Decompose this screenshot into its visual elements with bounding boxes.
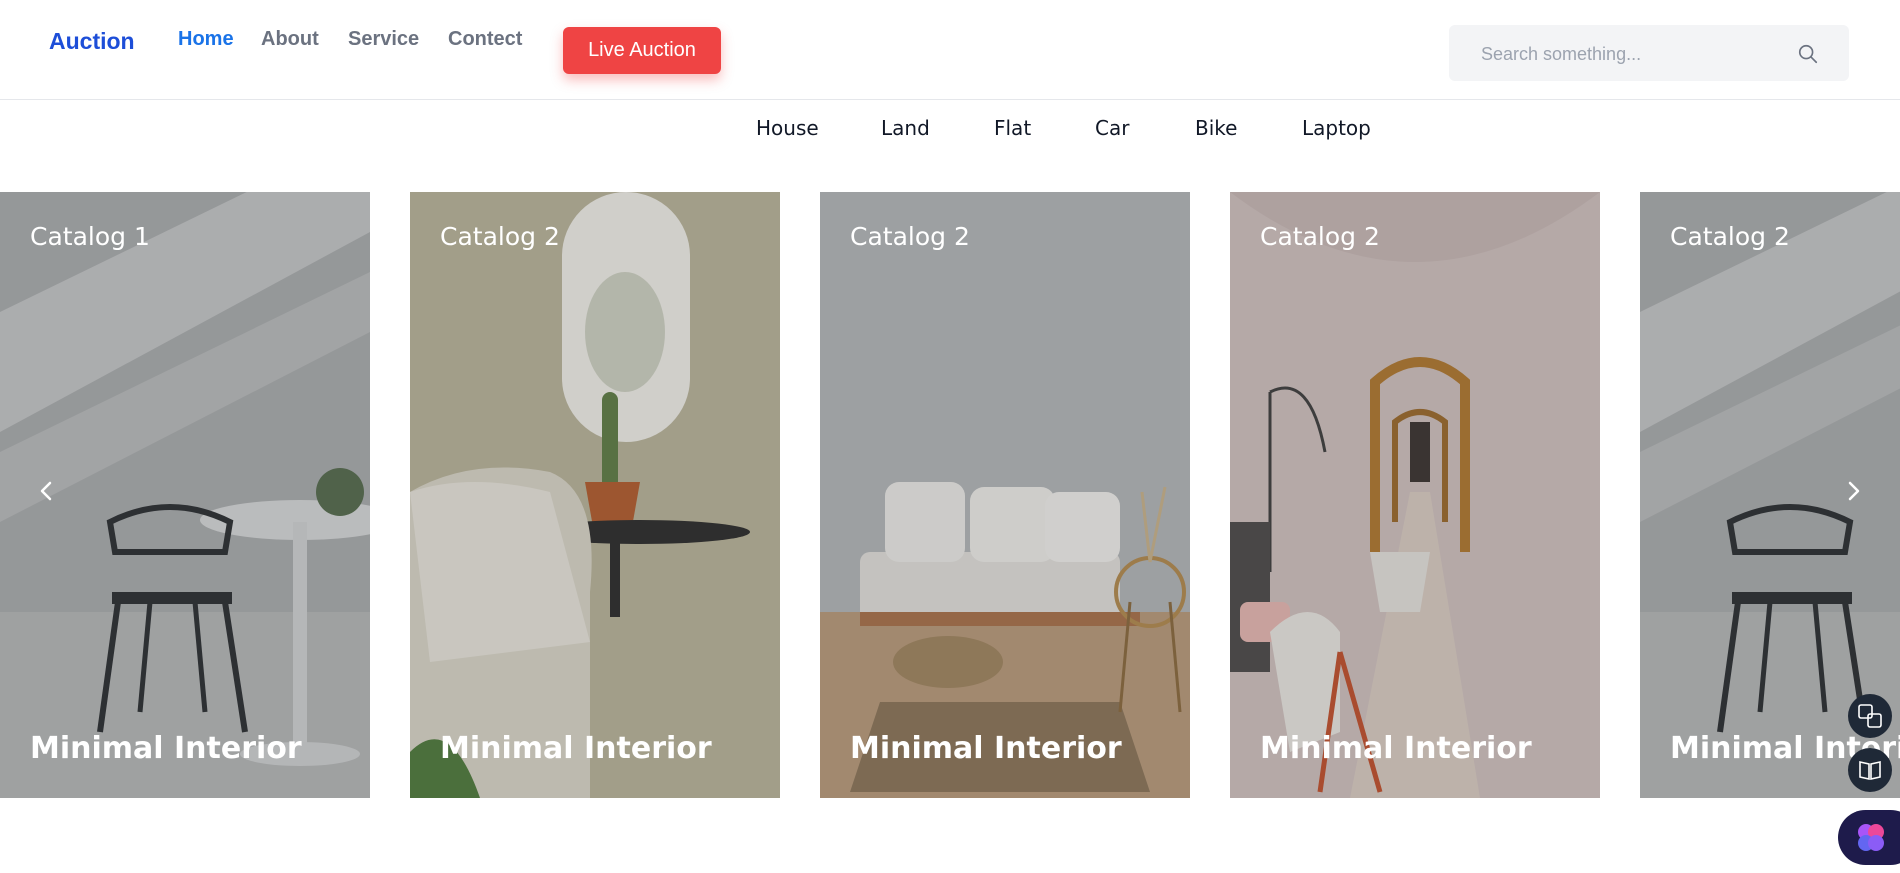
card-title: Minimal Interior bbox=[1260, 731, 1532, 766]
search-input[interactable] bbox=[1479, 25, 1783, 83]
reader-button[interactable] bbox=[1848, 748, 1892, 792]
card-catalog-label: Catalog 2 bbox=[1670, 222, 1790, 251]
catalog-card[interactable]: Catalog 2 Minimal Interior bbox=[1230, 192, 1600, 798]
translate-button[interactable] bbox=[1848, 694, 1892, 738]
card-catalog-label: Catalog 2 bbox=[850, 222, 970, 251]
catalog-card[interactable]: Catalog 2 Minimal Interior bbox=[410, 192, 780, 798]
category-car[interactable]: Car bbox=[1095, 116, 1129, 140]
card-title: Minimal Interior bbox=[30, 731, 302, 766]
card-overlay bbox=[410, 192, 780, 798]
card-catalog-label: Catalog 2 bbox=[440, 222, 560, 251]
catalog-card[interactable]: Catalog 2 Minimal Interior bbox=[820, 192, 1190, 798]
top-navbar: Auction Home About Service Contect Live … bbox=[0, 0, 1900, 100]
card-title: Minimal Interior bbox=[440, 731, 712, 766]
catalog-carousel: Catalog 1 Minimal Interior Catalog 2 Min… bbox=[0, 192, 1900, 798]
search-icon[interactable] bbox=[1797, 43, 1819, 65]
card-overlay bbox=[820, 192, 1190, 798]
card-overlay bbox=[1230, 192, 1600, 798]
nav-service[interactable]: Service bbox=[348, 28, 419, 51]
card-title: Minimal Interior bbox=[850, 731, 1122, 766]
logo[interactable]: Auction bbox=[49, 28, 135, 55]
category-flat[interactable]: Flat bbox=[994, 116, 1031, 140]
reader-icon bbox=[1859, 761, 1881, 780]
category-bike[interactable]: Bike bbox=[1195, 116, 1237, 140]
card-catalog-label: Catalog 1 bbox=[30, 222, 150, 251]
chevron-left-icon[interactable] bbox=[31, 471, 61, 511]
ai-assistant-button[interactable] bbox=[1838, 810, 1900, 865]
category-bar: House Land Flat Car Bike Laptop bbox=[0, 116, 1900, 146]
nav-contect[interactable]: Contect bbox=[448, 28, 522, 51]
brain-icon bbox=[1858, 824, 1884, 851]
card-catalog-label: Catalog 2 bbox=[1260, 222, 1380, 251]
live-auction-button[interactable]: Live Auction bbox=[563, 27, 721, 74]
nav-home[interactable]: Home bbox=[178, 28, 234, 51]
search-box bbox=[1449, 25, 1849, 83]
translate-icon bbox=[1858, 704, 1882, 728]
category-house[interactable]: House bbox=[756, 116, 819, 140]
category-land[interactable]: Land bbox=[881, 116, 930, 140]
chevron-right-icon[interactable] bbox=[1839, 471, 1869, 511]
nav-about[interactable]: About bbox=[261, 28, 319, 51]
category-laptop[interactable]: Laptop bbox=[1302, 116, 1371, 140]
